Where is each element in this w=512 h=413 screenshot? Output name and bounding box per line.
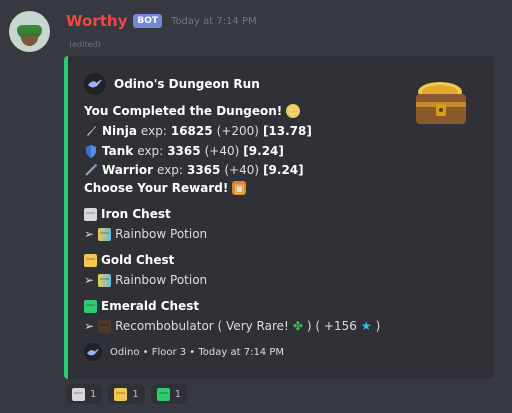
exp-line-tank: Tank exp: 3365 (+40) [9.24] <box>84 144 284 158</box>
treasure-chest-icon <box>416 82 466 124</box>
ninja-exp-label: exp: <box>140 124 167 138</box>
tank-level: [9.24] <box>243 144 284 158</box>
ninja-exp-value: 16825 <box>170 124 213 138</box>
rainbow-box-icon <box>98 227 112 241</box>
arrow-icon: ➢ <box>84 227 95 241</box>
ninja-exp-gain: (+200) <box>216 124 259 138</box>
arrow-icon: ➢ <box>84 273 95 287</box>
message-header: Worthy BOT Today at 7:14 PM <box>66 11 257 31</box>
warrior-exp-value: 3365 <box>186 163 221 177</box>
party-face-icon: ☺ <box>286 104 301 118</box>
tank-exp-label: exp: <box>137 144 164 158</box>
dungeon-title-line: You Completed the Dungeon! ☺ <box>84 104 301 118</box>
footer-text: Odino • Floor 3 • Today at 7:14 PM <box>110 346 285 358</box>
gold-box-icon <box>114 387 128 401</box>
staff-icon <box>84 163 98 177</box>
reward-iron-chest: Iron Chest <box>84 207 171 221</box>
reaction-iron[interactable]: 1 <box>66 384 103 404</box>
bot-avatar[interactable] <box>9 11 50 52</box>
bird-icon <box>84 343 102 361</box>
reward-gold-chest: Gold Chest <box>84 253 174 267</box>
iron-box-icon <box>72 387 85 401</box>
reward-item-suffix: ) ( +156 <box>306 319 357 333</box>
embed-footer: Odino • Floor 3 • Today at 7:14 PM <box>84 343 284 361</box>
bot-tag: BOT <box>133 14 162 28</box>
exp-line-warrior: Warrior exp: 3365 (+40) [9.24] <box>84 163 304 177</box>
warrior-exp-gain: (+40) <box>224 163 260 177</box>
choose-reward-text: Choose Your Reward! <box>84 181 229 195</box>
emerald-box-icon <box>84 299 97 313</box>
reward-item-emerald: ➢ Recombobulator ( Very Rare! ✤ ) ( +156… <box>84 319 380 333</box>
rock-icon <box>21 36 38 46</box>
ninja-level: [13.78] <box>262 124 312 138</box>
gold-box-icon <box>84 253 97 267</box>
reaction-count: 1 <box>90 388 97 400</box>
reward-item-name-gold: Rainbow Potion <box>115 273 208 287</box>
reaction-emerald[interactable]: 1 <box>150 384 188 404</box>
warrior-class: Warrior <box>102 163 154 177</box>
reaction-count: 1 <box>132 388 139 400</box>
recombobulator-icon <box>98 319 112 333</box>
reward-emerald-chest: Emerald Chest <box>84 299 199 313</box>
clover-icon: ✤ <box>292 319 303 333</box>
reaction-gold[interactable]: 1 <box>108 384 145 404</box>
reward-name-iron: Iron Chest <box>101 207 171 221</box>
bird-icon <box>84 73 106 95</box>
edited-label: (edited) <box>69 40 101 49</box>
star-icon: ★ <box>360 319 372 333</box>
reward-name-emerald: Emerald Chest <box>101 299 200 313</box>
ninja-class: Ninja <box>102 124 137 138</box>
iron-box-icon <box>84 207 97 221</box>
reward-name-gold: Gold Chest <box>101 253 175 267</box>
reward-item-gold: ➢ Rainbow Potion <box>84 273 207 287</box>
arrow-icon: ➢ <box>84 319 95 333</box>
embed-card: Odino's Dungeon Run You Completed the Du… <box>64 56 494 379</box>
dungeon-title: You Completed the Dungeon! <box>84 104 283 118</box>
choose-reward-line: Choose Your Reward! ▣ <box>84 181 247 195</box>
embed-author-name: Odino's Dungeon Run <box>114 77 260 91</box>
username[interactable]: Worthy <box>66 12 127 30</box>
rainbow-box-icon <box>98 273 112 287</box>
warrior-level: [9.24] <box>263 163 304 177</box>
reward-item-iron: ➢ Rainbow Potion <box>84 227 207 241</box>
exp-line-ninja: Ninja exp: 16825 (+200) [13.78] <box>84 124 312 138</box>
reward-item-name-iron: Rainbow Potion <box>115 227 208 241</box>
shield-icon <box>84 144 98 158</box>
warrior-exp-label: exp: <box>157 163 183 177</box>
reward-item-name-emerald: Recombobulator ( Very Rare! <box>115 319 289 333</box>
reactions-bar: 1 1 1 <box>66 384 188 404</box>
embed-author: Odino's Dungeon Run <box>84 73 260 95</box>
sword-icon <box>84 124 98 138</box>
emerald-box-icon <box>156 387 170 401</box>
tank-class: Tank <box>102 144 134 158</box>
timestamp: Today at 7:14 PM <box>171 15 257 27</box>
tank-exp-value: 3365 <box>167 144 201 158</box>
reaction-count: 1 <box>174 388 182 400</box>
reward-item-end: ) <box>375 319 381 333</box>
tank-exp-gain: (+40) <box>204 144 240 158</box>
chest-emoji-icon: ▣ <box>232 181 247 195</box>
